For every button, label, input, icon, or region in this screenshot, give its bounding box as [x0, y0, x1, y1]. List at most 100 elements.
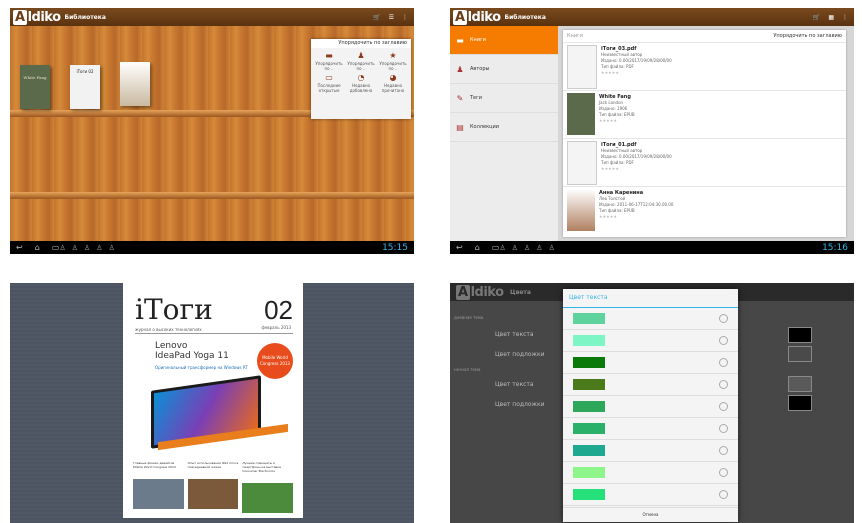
color-option[interactable]	[563, 484, 738, 506]
notification-icons: ♙♙♙♙♙	[499, 243, 561, 252]
cover-bottom-teasers: Главные фишки девайсов Mobile World Cong…	[133, 461, 294, 513]
book-icon: ▬	[325, 51, 333, 60]
aldiko-logo: Aldiko	[456, 285, 504, 300]
cover-subhead: Оригинальный трансформер на Windows RT	[155, 365, 248, 370]
book-thumbnail	[567, 93, 595, 135]
color-option[interactable]	[563, 396, 738, 418]
clock-icon: ◕	[389, 73, 397, 82]
notification-icons: ♙♙♙♙♙	[59, 243, 121, 252]
collection-icon: ▤	[456, 122, 464, 132]
list-item[interactable]: White Fang Jack London Издано: 1906 Тип …	[563, 90, 846, 138]
magazine-page[interactable]: iТоги 02 журнал о высоких технологиях фе…	[123, 283, 303, 518]
cart-icon[interactable]: 🛒	[373, 14, 380, 21]
aldiko-logo: Aldiko	[453, 9, 501, 25]
sort-option-recent-opened[interactable]: ▭ Последние открытые	[314, 73, 344, 93]
overflow-icon[interactable]: ⋮	[842, 14, 848, 21]
library-sidebar: ▬ Книги ♟ Авторы ✎ Теги ▤ Коллекции	[450, 26, 558, 241]
sort-option-recent-read[interactable]: ◕ Недавно прочитано	[378, 73, 408, 93]
person-icon: ♟	[456, 64, 464, 74]
shelf-icon[interactable]: ▦	[828, 14, 834, 21]
radio-button[interactable]	[719, 358, 728, 367]
sidebar-item-books[interactable]: ▬ Книги	[450, 26, 558, 55]
radio-button[interactable]	[719, 314, 728, 323]
library-list-screen: Aldiko Библиотека 🛒 ▦ ⋮ ▬ Книги ♟ Авторы…	[450, 8, 854, 254]
cart-icon[interactable]: 🛒	[813, 14, 820, 21]
section-day-theme: дневная тема	[454, 315, 484, 320]
night-bg-swatch[interactable]	[788, 395, 812, 411]
radio-button[interactable]	[719, 424, 728, 433]
pdf-reader-screen: iТоги 02 журнал о высоких технологиях фе…	[10, 283, 414, 523]
overflow-icon[interactable]: ⋮	[402, 14, 408, 21]
radio-button[interactable]	[719, 490, 728, 499]
status-clock: 15:16	[822, 242, 848, 253]
sort-option-recent-added[interactable]: ◔ Недавно добавлено	[346, 73, 376, 93]
book-cover-itogi[interactable]: iTоги 02	[70, 65, 100, 109]
color-option[interactable]	[563, 330, 738, 352]
status-clock: 15:15	[382, 242, 408, 253]
color-option[interactable]	[563, 374, 738, 396]
system-navbar: ↩ ⌂ ▭ ♙♙♙♙♙ 15:15	[10, 241, 414, 254]
sidebar-item-collections[interactable]: ▤ Коллекции	[450, 113, 558, 142]
sort-option-title[interactable]: ▬ Упорядочить по ..	[314, 51, 344, 71]
list-item[interactable]: iTоги_01.pdf Неизвестный автор Издано: 0…	[563, 138, 846, 186]
tag-icon: ✎	[456, 93, 464, 103]
magazine-tagline: журнал о высоких технологиях	[135, 327, 202, 332]
color-settings-screen: Aldiko Цвета дневная тема Цвет текста Цв…	[450, 283, 854, 523]
sort-selector[interactable]: Упорядочить по заглавию	[773, 33, 842, 39]
sort-dropdown-title[interactable]: Упорядочить по заглавию	[311, 39, 411, 48]
night-text-swatch[interactable]	[788, 376, 812, 392]
sort-option-author[interactable]: ♟ Упорядочить по ..	[346, 51, 376, 71]
radio-button[interactable]	[719, 402, 728, 411]
book-thumbnail	[567, 189, 595, 231]
color-option[interactable]	[563, 308, 738, 330]
back-icon[interactable]: ↩	[456, 243, 463, 252]
setting-day-bg-color[interactable]: Цвет подложки	[495, 351, 544, 358]
sidebar-item-tags[interactable]: ✎ Теги	[450, 84, 558, 113]
book-cover-third[interactable]	[120, 62, 150, 106]
rating-stars: ★★★★★	[599, 214, 617, 219]
list-header: Книги	[567, 33, 583, 39]
book-icon: ▬	[456, 35, 464, 45]
cancel-button[interactable]: Отмена	[563, 507, 738, 522]
sort-option-rating[interactable]: ★ Упорядочить по ..	[378, 51, 408, 71]
back-icon[interactable]: ↩	[16, 243, 23, 252]
color-option[interactable]	[563, 352, 738, 374]
app-title: Библиотека	[64, 13, 106, 21]
radio-button[interactable]	[719, 446, 728, 455]
day-text-swatch[interactable]	[788, 327, 812, 343]
color-option[interactable]	[563, 418, 738, 440]
list-item[interactable]: iTоги_03.pdf Неизвестный автор Издано: 0…	[563, 42, 846, 90]
rating-stars: ★★★★★	[601, 166, 619, 171]
home-icon[interactable]: ⌂	[35, 243, 40, 252]
book-thumbnail	[567, 141, 597, 185]
day-bg-swatch[interactable]	[788, 346, 812, 362]
color-picker-dialog: Цвет текста Отмена	[563, 289, 738, 522]
aldiko-logo: Aldiko	[13, 9, 61, 25]
sidebar-item-authors[interactable]: ♟ Авторы	[450, 55, 558, 84]
list-item[interactable]: Анна Каренина Лев Толстой Издано: 2011-0…	[563, 186, 846, 234]
app-title: Библиотека	[504, 13, 546, 21]
recents-icon[interactable]: ▭	[492, 243, 500, 252]
book-thumbnail	[567, 45, 597, 89]
recents-icon[interactable]: ▭	[52, 243, 60, 252]
cover-headline: Lenovo IdeaPad Yoga 11	[155, 341, 229, 361]
action-bar: Aldiko Библиотека 🛒 ▦ ⋮	[450, 8, 854, 26]
list-icon[interactable]: ☰	[389, 14, 394, 21]
radio-button[interactable]	[719, 380, 728, 389]
setting-night-bg-color[interactable]: Цвет подложки	[495, 401, 544, 408]
clock-icon: ◔	[357, 73, 365, 82]
radio-button[interactable]	[719, 468, 728, 477]
sort-dropdown: Упорядочить по заглавию ▬ Упорядочить по …	[311, 39, 411, 119]
radio-button[interactable]	[719, 336, 728, 345]
section-night-theme: ночная тема	[454, 367, 481, 372]
rating-stars: ★★★★★	[599, 118, 617, 123]
app-title: Цвета	[510, 289, 531, 296]
book-cover-white-fang[interactable]: White Fang	[20, 65, 50, 109]
setting-day-text-color[interactable]: Цвет текста	[495, 331, 534, 338]
setting-night-text-color[interactable]: Цвет текста	[495, 381, 534, 388]
action-bar: Aldiko Библиотека 🛒 ☰ ⋮	[10, 8, 414, 26]
cover-badge: Mobile World Congress 2013	[257, 343, 293, 379]
color-option[interactable]	[563, 440, 738, 462]
home-icon[interactable]: ⌂	[475, 243, 480, 252]
color-option[interactable]	[563, 462, 738, 484]
